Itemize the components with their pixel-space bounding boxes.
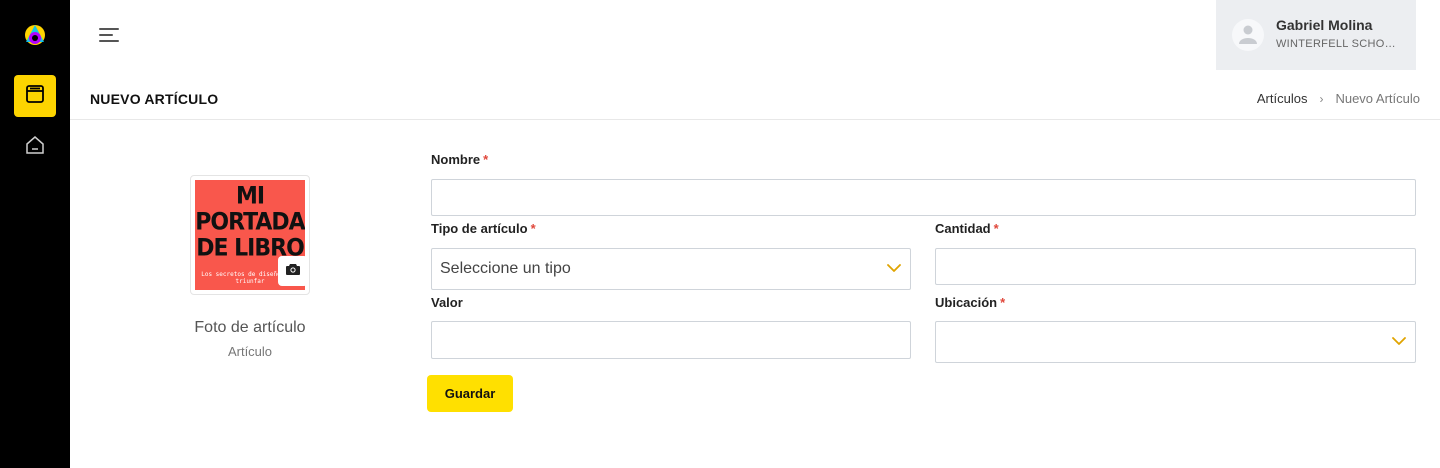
user-name: Gabriel Molina [1276, 17, 1373, 33]
sidebar [0, 0, 70, 468]
required-marker: * [530, 221, 536, 236]
photo-sublabel: Artículo [227, 344, 273, 359]
breadcrumb-separator-icon: › [1319, 91, 1324, 106]
tipo-select[interactable]: Seleccione un tipo [431, 248, 911, 290]
user-card[interactable]: Gabriel Molina WINTERFELL SCHOOL... [1216, 0, 1416, 70]
nombre-label: Nombre * [431, 152, 489, 167]
breadcrumb-articles-link[interactable]: Artículos [1257, 91, 1308, 106]
cantidad-label: Cantidad * [935, 221, 999, 236]
user-school: WINTERFELL SCHOOL... [1276, 38, 1404, 50]
tipo-label: Tipo de artículo * [431, 221, 536, 236]
app-logo-icon[interactable] [24, 24, 46, 46]
breadcrumb: Artículos › Nuevo Artículo [1257, 91, 1420, 106]
sidebar-item-home[interactable] [14, 126, 56, 168]
valor-label: Valor [431, 295, 463, 310]
save-button[interactable]: Guardar [427, 375, 513, 412]
avatar [1232, 19, 1264, 51]
photo-label: Foto de artículo [194, 319, 306, 336]
cover-title: MI PORTADA DE LIBRO [195, 182, 305, 262]
breadcrumb-current: Nuevo Artículo [1335, 91, 1420, 106]
required-marker: * [993, 221, 999, 236]
nombre-input[interactable] [431, 179, 1416, 216]
required-marker: * [1000, 295, 1006, 310]
valor-input[interactable] [431, 321, 911, 359]
ubicacion-label: Ubicación * [935, 295, 1006, 310]
change-photo-button[interactable] [278, 256, 308, 286]
page-header: NUEVO ARTÍCULO Artículos › Nuevo Artícul… [70, 78, 1440, 120]
cantidad-input[interactable] [935, 248, 1416, 285]
required-marker: * [483, 152, 489, 167]
user-icon [1237, 22, 1259, 49]
chevron-down-icon [1391, 333, 1407, 351]
topbar: Gabriel Molina WINTERFELL SCHOOL... [70, 0, 1440, 70]
ubicacion-select[interactable] [935, 321, 1416, 363]
home-icon [24, 134, 46, 161]
page-title: NUEVO ARTÍCULO [90, 91, 219, 107]
camera-icon [286, 262, 300, 280]
menu-icon[interactable] [98, 26, 120, 44]
tipo-select-value: Seleccione un tipo [440, 260, 571, 277]
sidebar-item-articles[interactable] [14, 75, 56, 117]
chevron-down-icon [886, 260, 902, 278]
book-icon [24, 83, 46, 110]
